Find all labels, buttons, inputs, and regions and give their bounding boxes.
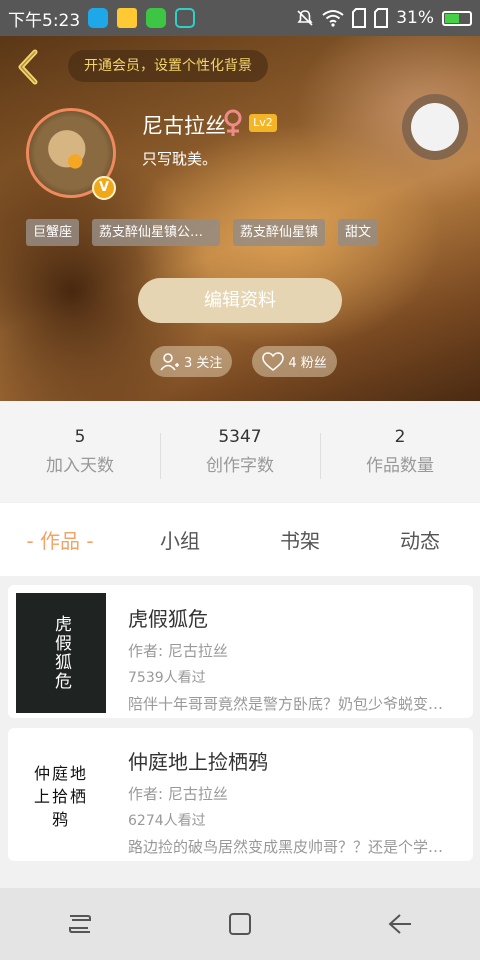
book-cover[interactable]: 仲庭地上拾栖鸦 bbox=[16, 736, 106, 856]
book-title[interactable]: 仲庭地上捡栖鸦 bbox=[128, 746, 461, 775]
back-button[interactable] bbox=[380, 904, 420, 944]
tab-groups[interactable]: 小组 bbox=[120, 525, 240, 554]
tag-item[interactable]: 荔支醉仙星镇 bbox=[233, 219, 326, 246]
work-info: 仲庭地上捡栖鸦 作者: 尼古拉丝 6274人看过 路边捡的破鸟居然变成黑皮帅哥？… bbox=[128, 746, 461, 857]
profile-header: 开通会员，设置个性化背景 V 尼古拉丝 Lv2 只写耽美。 巨蟹座 荔支醉仙星镇… bbox=[0, 36, 480, 401]
following-button[interactable]: 3 关注 bbox=[150, 346, 233, 377]
stat-value: 5 bbox=[74, 427, 86, 447]
sim1-icon bbox=[352, 8, 367, 28]
back-nav-icon bbox=[388, 914, 411, 934]
level-badge: Lv2 bbox=[249, 114, 277, 132]
username: 尼古拉丝 bbox=[142, 114, 226, 138]
tag-list: 巨蟹座 荔支醉仙星镇公众… 荔支醉仙星镇 甜文 bbox=[26, 219, 379, 246]
vip-background-banner[interactable]: 开通会员，设置个性化背景 bbox=[68, 50, 268, 82]
stats-row: 5 加入天数 5347 创作字数 2 作品数量 bbox=[0, 401, 480, 502]
cover-title: 仲庭地上拾栖鸦 bbox=[31, 762, 91, 831]
tab-bookshelf[interactable]: 书架 bbox=[240, 525, 360, 554]
stat-days: 5 加入天数 bbox=[0, 427, 160, 476]
user-bio: 只写耽美。 bbox=[142, 150, 218, 168]
work-card[interactable]: 仲庭地上拾栖鸦 仲庭地上捡栖鸦 作者: 尼古拉丝 6274人看过 路边捡的破鸟居… bbox=[8, 728, 473, 861]
android-app-icon bbox=[146, 8, 167, 28]
profile-toggle-button[interactable] bbox=[402, 94, 468, 160]
stat-label: 作品数量 bbox=[366, 456, 434, 476]
status-time: 下午5:23 bbox=[8, 10, 81, 31]
tab-bar: - 作品 - 小组 书架 动态 bbox=[0, 503, 480, 576]
stat-works: 2 作品数量 bbox=[320, 427, 480, 479]
avatar-container[interactable]: V bbox=[26, 108, 116, 200]
follow-row: 3 关注 4 粉丝 bbox=[150, 346, 337, 377]
book-author: 作者: 尼古拉丝 bbox=[128, 642, 228, 660]
book-cover[interactable]: 虎假狐危 bbox=[16, 593, 106, 713]
scan-app-icon bbox=[175, 8, 196, 28]
home-button[interactable] bbox=[220, 904, 260, 944]
tag-item[interactable]: 甜文 bbox=[338, 219, 379, 246]
following-label: 3 关注 bbox=[184, 356, 223, 371]
female-gender-icon bbox=[224, 109, 242, 136]
status-bar: 下午5:23 31% bbox=[0, 0, 480, 36]
stat-value: 2 bbox=[394, 427, 406, 447]
user-add-icon bbox=[160, 352, 179, 370]
tag-item[interactable]: 巨蟹座 bbox=[26, 219, 80, 246]
stat-value: 5347 bbox=[218, 427, 262, 447]
stat-label: 加入天数 bbox=[46, 456, 114, 476]
works-list: 虎假狐危 虎假狐危 作者: 尼古拉丝 7539人看过 陪伴十年哥哥竟然是警方卧底… bbox=[8, 585, 473, 871]
heart-icon bbox=[262, 351, 285, 371]
recent-apps-icon bbox=[69, 915, 91, 933]
book-title[interactable]: 虎假狐危 bbox=[128, 603, 461, 632]
followers-label: 4 粉丝 bbox=[288, 356, 327, 371]
vip-badge: V bbox=[92, 176, 116, 200]
book-description: 陪伴十年哥哥竟然是警方卧底？奶包少爷蜕变… bbox=[128, 695, 444, 713]
tab-works[interactable]: - 作品 - bbox=[0, 525, 120, 554]
mute-bell-icon bbox=[297, 10, 313, 26]
stat-label: 创作字数 bbox=[206, 456, 274, 476]
book-views: 6274人看过 bbox=[128, 813, 206, 829]
browser-app-icon bbox=[88, 8, 109, 28]
back-arrow-icon[interactable] bbox=[14, 48, 42, 86]
sim2-icon bbox=[374, 8, 389, 28]
book-views: 7539人看过 bbox=[128, 670, 206, 686]
tag-item[interactable]: 荔支醉仙星镇公众… bbox=[92, 219, 221, 246]
folder-app-icon bbox=[117, 8, 138, 28]
battery-percent: 31% bbox=[396, 8, 434, 28]
cover-title-text: 仲庭地上拾栖鸦 bbox=[33, 763, 88, 829]
recent-apps-button[interactable] bbox=[60, 904, 100, 944]
cover-title: 虎假狐危 bbox=[51, 615, 71, 691]
system-nav-bar bbox=[0, 888, 480, 960]
battery-icon bbox=[442, 10, 472, 26]
toggle-knob bbox=[411, 103, 459, 151]
stat-words: 5347 创作字数 bbox=[160, 427, 320, 479]
book-author: 作者: 尼古拉丝 bbox=[128, 785, 228, 803]
home-square-icon bbox=[229, 913, 251, 935]
edit-profile-button[interactable]: 编辑资料 bbox=[138, 278, 342, 323]
followers-button[interactable]: 4 粉丝 bbox=[252, 346, 337, 377]
wifi-icon bbox=[322, 10, 344, 27]
tab-activity[interactable]: 动态 bbox=[360, 525, 480, 554]
work-card[interactable]: 虎假狐危 虎假狐危 作者: 尼古拉丝 7539人看过 陪伴十年哥哥竟然是警方卧底… bbox=[8, 585, 473, 718]
book-description: 路边捡的破鸟居然变成黑皮帅哥？？还是个学… bbox=[128, 838, 444, 856]
work-info: 虎假狐危 作者: 尼古拉丝 7539人看过 陪伴十年哥哥竟然是警方卧底？奶包少爷… bbox=[128, 603, 461, 714]
